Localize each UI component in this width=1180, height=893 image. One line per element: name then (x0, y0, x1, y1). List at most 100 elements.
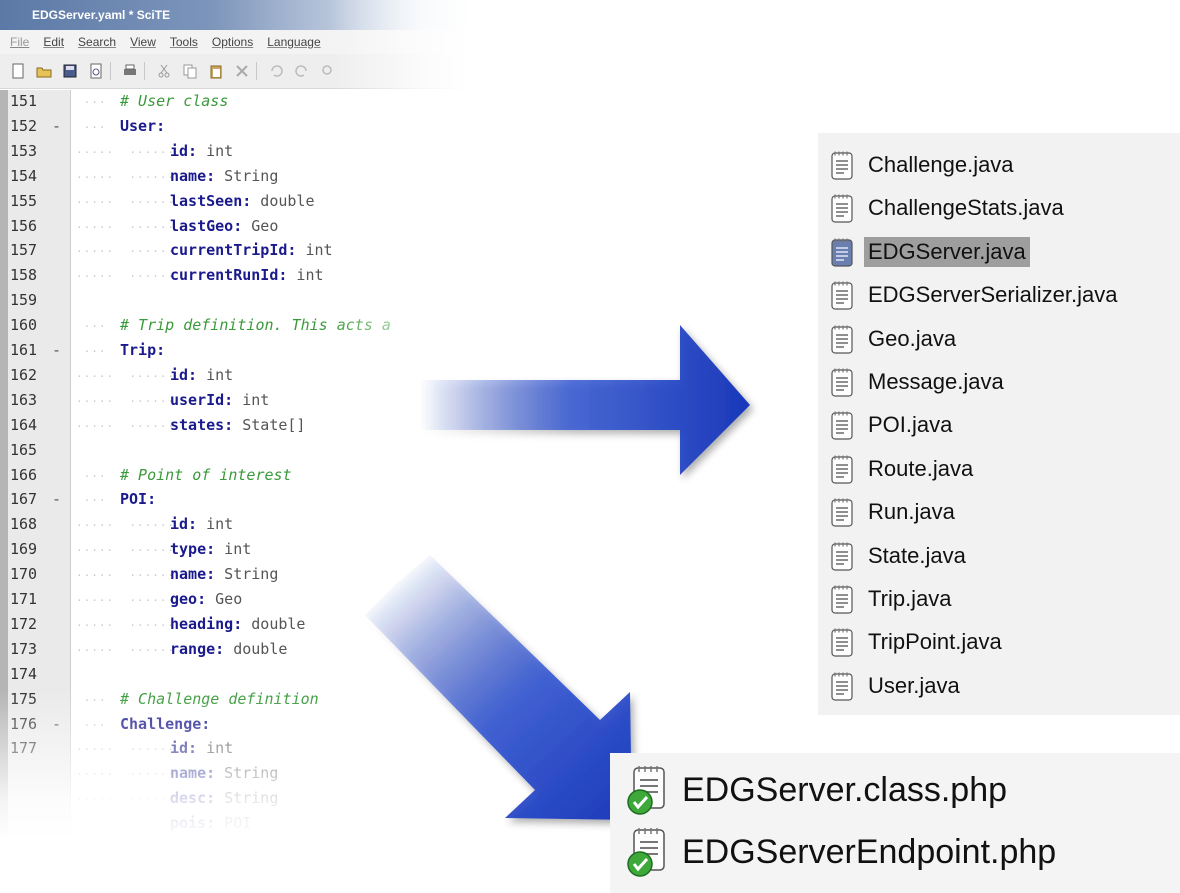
file-name: TripPoint.java (868, 629, 1002, 655)
java-file-item[interactable]: ChallengeStats.java (830, 188, 1068, 228)
indent-guide: ····· ······ (76, 419, 176, 433)
line-number: 153 (10, 141, 38, 160)
yaml-value: double (251, 191, 315, 210)
java-file-list: Challenge.java ChallengeStats.java EDGServ… (818, 133, 1180, 715)
java-file-item[interactable]: POI.java (830, 405, 956, 445)
file-name: Route.java (868, 455, 974, 481)
java-file-item[interactable]: State.java (830, 536, 970, 576)
yaml-value: int (233, 390, 270, 409)
yaml-value: Geo (242, 216, 279, 235)
paste-icon[interactable] (208, 63, 224, 79)
notepad-file-icon (830, 367, 854, 397)
menu-tools[interactable]: Tools (170, 30, 198, 54)
scite-editor-window: EDGServer.yaml * SciTE File Edit Search Vie… (0, 0, 470, 850)
java-file-item[interactable]: User.java (830, 666, 964, 706)
php-file-item[interactable]: EDGServerEndpoint.php (624, 825, 1056, 879)
java-file-item[interactable]: Run.java (830, 492, 959, 532)
yaml-value: POI (215, 814, 252, 833)
fold-marker[interactable]: - (52, 341, 61, 359)
menu-language[interactable]: Language (267, 30, 320, 54)
yaml-value: double (224, 639, 288, 658)
code-comment: # Point of interest (120, 465, 292, 484)
yaml-key: lastGeo: (170, 216, 243, 235)
java-file-item[interactable]: EDGServer.java (830, 232, 1030, 272)
line-number: 151 (10, 92, 38, 110)
yaml-key: range: (170, 639, 225, 658)
menu-search[interactable]: Search (78, 30, 116, 54)
code-line: id: int (170, 366, 233, 384)
fold-marker[interactable]: - (52, 117, 61, 135)
indent-guide: ····· ······ (76, 170, 176, 184)
code-comment: # Challenge definition (120, 689, 319, 708)
indent-guide: ····· ······ (76, 643, 176, 657)
fold-marker[interactable]: - (52, 715, 61, 733)
undo-icon[interactable] (268, 63, 284, 79)
file-name: User.java (868, 672, 960, 698)
cut-icon[interactable] (156, 63, 172, 79)
menu-edit[interactable]: Edit (43, 30, 64, 54)
file-name: EDGServer.class.php (682, 770, 1008, 809)
yaml-value: String (215, 565, 279, 584)
code-line: # Challenge definition (120, 690, 319, 708)
code-line: name: String (170, 565, 278, 583)
menu-bar: File Edit Search View Tools Options Language (0, 30, 470, 54)
java-file-item[interactable]: Route.java (830, 449, 977, 489)
revert-icon[interactable] (88, 63, 104, 79)
notepad-file-icon (830, 193, 854, 223)
code-line: # Trip definition. This acts a (120, 316, 391, 334)
line-number: 172 (10, 614, 38, 633)
indent-guide: ··· (76, 469, 115, 483)
notepad-file-icon (830, 497, 854, 527)
window-title: EDGServer.yaml * SciTE (0, 0, 470, 30)
open-icon[interactable] (36, 63, 52, 79)
notepad-file-icon (830, 627, 854, 657)
line-number: 171 (10, 590, 38, 608)
menu-file[interactable]: File (10, 30, 29, 54)
yaml-key: id: (170, 141, 198, 160)
file-name: Trip.java (868, 586, 952, 611)
notepad-file-icon (830, 584, 854, 614)
yaml-key: name: (170, 565, 216, 584)
code-line: pois: POI (170, 814, 251, 832)
redo-icon[interactable] (294, 63, 310, 79)
toolbar (0, 54, 470, 89)
yaml-key: states: (170, 415, 234, 434)
line-number: 158 (10, 266, 38, 285)
yaml-value: String (215, 764, 279, 783)
fold-marker[interactable]: - (52, 490, 61, 508)
java-file-item[interactable]: Challenge.java (830, 145, 1018, 185)
indent-guide: ··· (76, 718, 115, 732)
print-icon[interactable] (122, 63, 138, 79)
notepad-file-icon (830, 541, 854, 571)
code-line: states: State[] (170, 416, 305, 434)
php-file-item[interactable]: EDGServer.class.php (624, 763, 1007, 817)
menu-view[interactable]: View (130, 30, 156, 54)
code-line: currentTripId: int (170, 241, 333, 259)
java-file-item[interactable]: Trip.java (830, 579, 956, 619)
line-number: 161 (10, 341, 38, 359)
java-file-item[interactable]: Geo.java (830, 319, 960, 359)
yaml-value: int (197, 365, 234, 384)
yaml-value: String (215, 166, 279, 185)
indent-guide: ····· ······ (76, 793, 176, 807)
line-number: 165 (10, 440, 38, 459)
yaml-value: int (197, 141, 234, 160)
new-icon[interactable] (10, 63, 26, 79)
indent-guide: ··· (76, 120, 115, 134)
copy-icon[interactable] (182, 63, 198, 79)
save-icon[interactable] (62, 63, 78, 79)
menu-options[interactable]: Options (212, 30, 253, 54)
yaml-key: desc: (170, 789, 216, 808)
code-line: id: int (170, 515, 233, 533)
toolbar-separator (144, 62, 145, 80)
notepad-file-icon (830, 454, 854, 484)
line-number: 170 (10, 565, 38, 584)
code-line: POI: (120, 490, 156, 508)
java-file-item[interactable]: Message.java (830, 362, 1008, 402)
indent-guide: ····· ······ (76, 394, 176, 408)
java-file-item[interactable]: EDGServerSerializer.java (830, 275, 1121, 315)
java-file-item[interactable]: TripPoint.java (830, 622, 1006, 662)
find-icon[interactable] (320, 63, 336, 79)
delete-icon[interactable] (234, 63, 250, 79)
indent-guide: ····· ······ (76, 145, 176, 159)
